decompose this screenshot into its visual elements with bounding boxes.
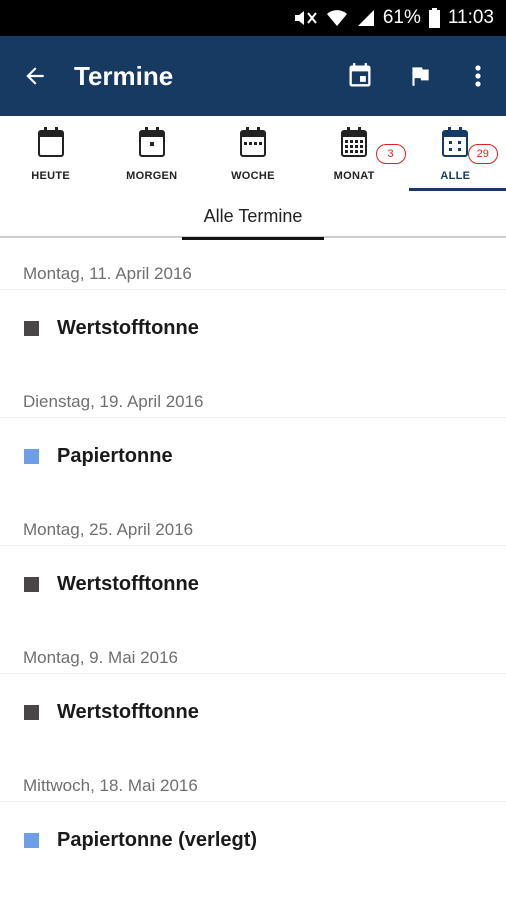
list-filter-header: Alle Termine [0,194,506,240]
status-bar: 61% 11:03 [0,0,506,36]
event-title: Papiertonne [57,444,173,467]
category-color-swatch [24,832,39,848]
mute-icon [293,9,319,27]
signal-icon [355,9,375,27]
event-title: Wertstofftonne [57,572,199,595]
date-header: Mittwoch, 18. Mai 2016 [0,750,506,802]
category-color-swatch [24,576,39,592]
tab-label: MONAT [333,170,375,182]
flag-button[interactable] [390,36,450,116]
app-bar: Termine [0,36,506,116]
calendar-month-icon [341,127,368,157]
tab-label: HEUTE [31,170,70,182]
event-title: Wertstofftonne [57,700,199,723]
tab-heute[interactable]: HEUTE [0,116,101,194]
arrow-back-icon [26,67,44,85]
calendar-tomorrow-icon [138,127,165,157]
tab-label: MORGEN [126,170,178,182]
tab-alle[interactable]: ALLE 29 [405,116,506,194]
wifi-icon [326,9,347,27]
event-row[interactable]: Wertstofftonne [0,290,506,366]
date-header: Montag, 11. April 2016 [0,238,506,290]
more-options-button[interactable] [450,36,506,116]
event-row[interactable]: Wertstofftonne [0,674,506,750]
clock: 11:03 [447,7,494,28]
battery-icon [428,8,440,28]
event-list: Montag, 11. April 2016 Wertstofftonne Di… [0,238,506,878]
today-calendar-button[interactable] [330,36,390,116]
tab-woche[interactable]: WOCHE [202,116,303,194]
tab-label: ALLE [440,170,471,182]
calendar-today-icon [349,63,371,87]
event-row[interactable]: Papiertonne (verlegt) [0,802,506,878]
flag-icon [412,67,429,86]
calendar-week-icon [239,127,266,157]
battery-percent: 61% [382,7,421,28]
event-title: Papiertonne (verlegt) [57,828,258,851]
category-color-swatch [24,704,39,720]
calendar-day-icon [37,127,64,157]
count-badge: 3 [375,144,406,164]
date-header: Dienstag, 19. April 2016 [0,366,506,418]
tab-label: WOCHE [231,170,275,182]
tab-monat[interactable]: MONAT 3 [304,116,406,194]
calendar-all-icon [442,127,469,157]
back-button[interactable] [0,36,70,116]
subheader-title: Alle Termine [181,194,325,240]
event-row[interactable]: Wertstofftonne [0,546,506,622]
count-badge: 29 [467,144,498,164]
event-row[interactable]: Papiertonne [0,418,506,494]
tab-morgen[interactable]: MORGEN [101,116,202,194]
category-color-swatch [24,320,39,336]
page-title: Termine [74,60,174,91]
date-header: Montag, 9. Mai 2016 [0,622,506,674]
date-header: Montag, 25. April 2016 [0,494,506,546]
event-title: Wertstofftonne [57,316,199,339]
more-vert-icon [475,65,481,87]
range-tabs: HEUTE MORGEN WOCHE MONAT 3 ALLE 29 [0,116,506,194]
category-color-swatch [24,448,39,464]
